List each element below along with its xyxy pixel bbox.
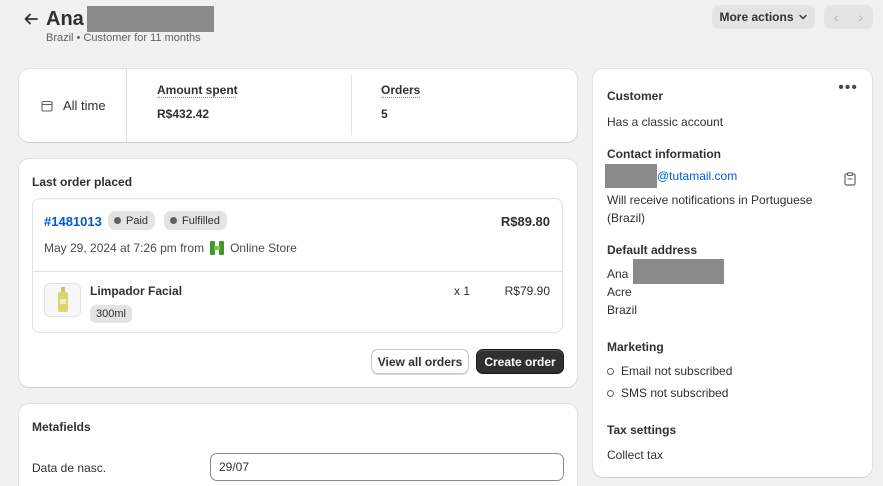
last-order-heading: Last order placed xyxy=(32,175,132,189)
customer-details-card: Customer ••• Has a classic account Conta… xyxy=(593,69,872,477)
calendar-icon xyxy=(41,100,53,112)
next-customer-button[interactable]: › xyxy=(858,9,863,25)
status-circle-icon xyxy=(607,368,614,375)
stats-divider xyxy=(351,75,352,135)
account-type: Has a classic account xyxy=(607,115,723,129)
metafields-card: Metafields Data de nasc. 29/07 xyxy=(19,404,577,486)
fulfillment-status-badge: Fulfilled xyxy=(164,211,227,230)
customer-stats-card: All time Amount spent R$432.42 Orders 5 xyxy=(19,69,577,142)
more-actions-button[interactable]: More actions xyxy=(712,5,815,29)
status-dot-icon xyxy=(170,217,177,224)
product-thumbnail[interactable] xyxy=(44,283,81,317)
product-variant-badge: 300ml xyxy=(90,305,132,323)
birthdate-input[interactable]: 29/07 xyxy=(210,453,564,481)
order-summary: #1481013 Paid Fulfilled R$89.80 May 29, … xyxy=(32,198,563,333)
last-order-card: Last order placed #1481013 Paid Fulfille… xyxy=(19,159,577,387)
tax-settings-heading: Tax settings xyxy=(607,423,676,437)
status-dot-icon xyxy=(114,217,121,224)
email-marketing-status: Email not subscribed xyxy=(607,364,732,378)
date-range-label: All time xyxy=(63,98,106,113)
page-title: Ana xyxy=(46,6,214,32)
back-button[interactable] xyxy=(20,8,42,30)
birthdate-label: Data de nasc. xyxy=(32,461,106,475)
product-name[interactable]: Limpador Facial xyxy=(90,284,182,298)
online-store-icon xyxy=(209,240,225,256)
redacted-address-name xyxy=(633,259,724,284)
more-actions-label: More actions xyxy=(719,10,793,24)
default-address-heading: Default address xyxy=(607,243,697,257)
orders-stat: Orders 5 xyxy=(381,83,420,121)
pagination: ‹ › xyxy=(824,5,873,29)
email-link[interactable]: @tutamail.com xyxy=(657,169,737,183)
notification-language: Will receive notifications in Portuguese… xyxy=(607,191,837,227)
customer-email: @tutamail.com xyxy=(605,164,737,188)
email-marketing-label: Email not subscribed xyxy=(621,364,732,378)
customer-first-name: Ana xyxy=(46,8,84,31)
product-bottle-icon xyxy=(56,287,70,313)
sms-marketing-label: SMS not subscribed xyxy=(621,386,728,400)
orders-value: 5 xyxy=(381,107,420,121)
date-range-picker[interactable]: All time xyxy=(19,69,127,142)
line-price: R$79.90 xyxy=(505,284,550,298)
line-quantity: x 1 xyxy=(454,284,470,298)
status-circle-icon xyxy=(607,390,614,397)
amount-spent-stat: Amount spent R$432.42 xyxy=(157,83,238,121)
payment-status-badge: Paid xyxy=(108,211,155,230)
contact-info-heading: Contact information xyxy=(607,147,721,161)
previous-customer-button[interactable]: ‹ xyxy=(834,9,839,25)
chevron-down-icon xyxy=(798,12,808,22)
page-subtitle: Brazil • Customer for 11 months xyxy=(46,32,201,44)
redacted-email-user xyxy=(605,164,657,188)
order-divider xyxy=(33,271,562,272)
marketing-heading: Marketing xyxy=(607,340,664,354)
address-line-country: Brazil xyxy=(607,303,637,317)
order-total: R$89.80 xyxy=(501,214,550,229)
metafields-heading: Metafields xyxy=(32,420,91,434)
clipboard-icon[interactable] xyxy=(844,172,856,186)
amount-spent-label[interactable]: Amount spent xyxy=(157,83,238,97)
orders-label[interactable]: Orders xyxy=(381,83,420,97)
create-order-button[interactable]: Create order xyxy=(476,349,564,374)
amount-spent-value: R$432.42 xyxy=(157,107,238,121)
payment-status-label: Paid xyxy=(126,215,148,227)
view-all-orders-button[interactable]: View all orders xyxy=(371,349,469,374)
sms-marketing-status: SMS not subscribed xyxy=(607,386,728,400)
address-line-state: Acre xyxy=(607,285,632,299)
order-number-link[interactable]: #1481013 xyxy=(44,214,102,229)
arrow-left-icon xyxy=(23,11,39,27)
address-line-name: Ana xyxy=(607,267,628,281)
fulfillment-status-label: Fulfilled xyxy=(182,215,220,227)
tax-setting-value: Collect tax xyxy=(607,448,663,462)
redacted-last-name xyxy=(87,6,214,32)
customer-heading: Customer xyxy=(607,89,663,103)
sales-channel: Online Store xyxy=(230,241,297,255)
more-horizontal-icon[interactable]: ••• xyxy=(838,83,858,93)
order-date-text: May 29, 2024 at 7:26 pm from xyxy=(44,241,204,255)
order-date: May 29, 2024 at 7:26 pm from Online Stor… xyxy=(44,240,297,256)
